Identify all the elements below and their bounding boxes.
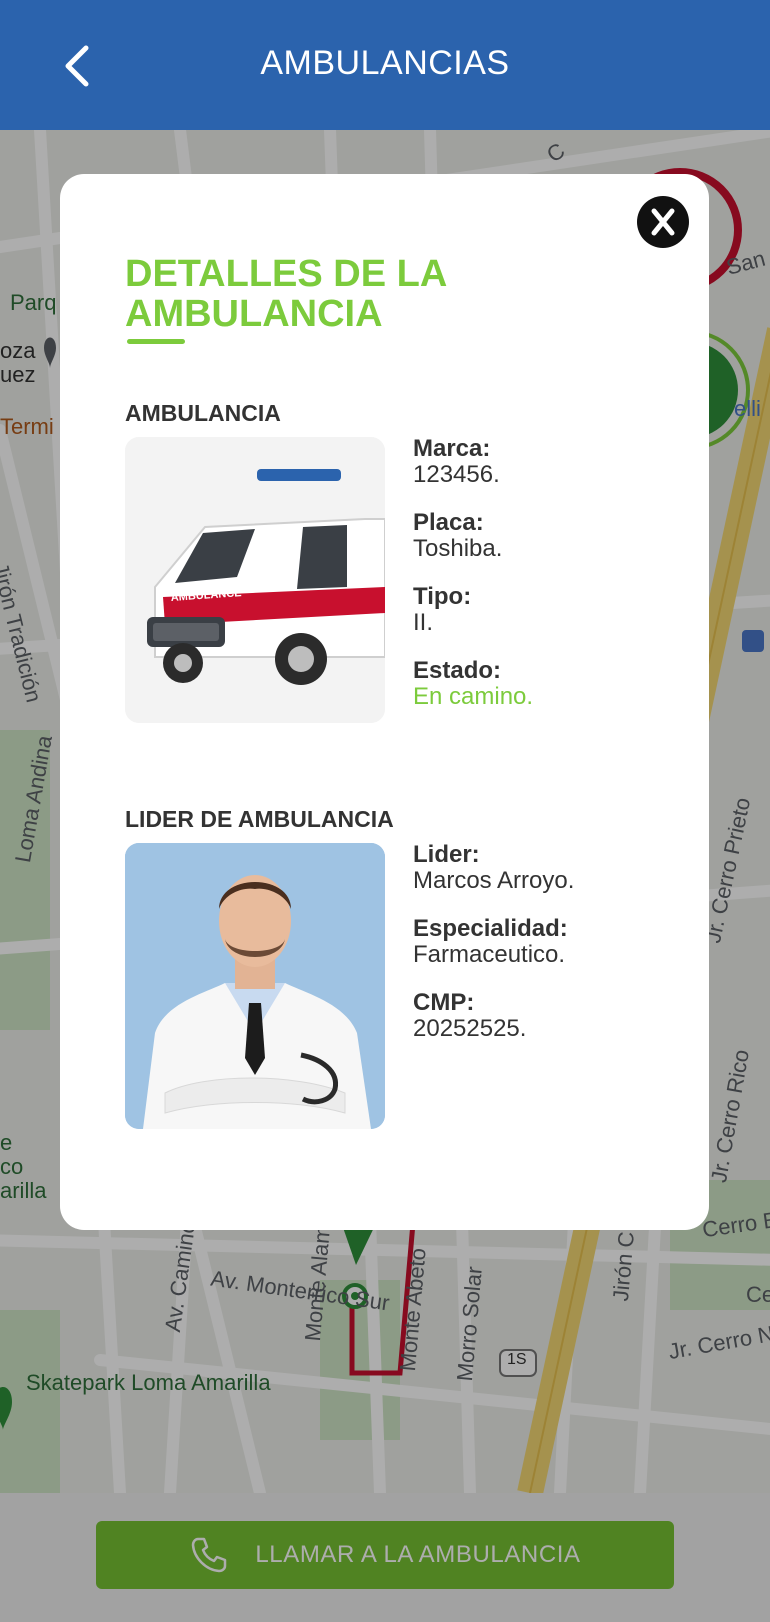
ambulance-field-marca: Marca: 123456. bbox=[413, 436, 693, 488]
page-title: AMBULANCIAS bbox=[260, 44, 510, 82]
field-value: II. bbox=[413, 609, 434, 636]
ambulance-details-modal: DETALLES DE LA AMBULANCIA AMBULANCIA AMB… bbox=[60, 174, 709, 1230]
modal-title: DETALLES DE LA AMBULANCIA bbox=[125, 253, 446, 335]
field-label: CMP: bbox=[413, 989, 475, 1016]
ambulance-section-heading: AMBULANCIA bbox=[125, 400, 281, 426]
field-label: Estado: bbox=[413, 657, 502, 684]
leader-section-heading: LIDER DE AMBULANCIA bbox=[125, 806, 394, 832]
title-underline bbox=[127, 339, 185, 344]
field-label: Especialidad: bbox=[413, 915, 568, 942]
ambulance-field-tipo: Tipo: II. bbox=[413, 584, 693, 636]
field-label: Lider: bbox=[413, 841, 480, 868]
ambulance-field-placa: Placa: Toshiba. bbox=[413, 510, 693, 562]
leader-photo bbox=[125, 843, 385, 1129]
ambulance-image: AMBULANCE bbox=[125, 437, 385, 723]
ambulance-photo: AMBULANCE bbox=[125, 437, 385, 723]
leader-info: Lider: Marcos Arroyo. Especialidad: Farm… bbox=[413, 842, 693, 1064]
field-value: Marcos Arroyo. bbox=[413, 867, 575, 894]
leader-field-cmp: CMP: 20252525. bbox=[413, 990, 693, 1042]
field-value: 20252525. bbox=[413, 1015, 527, 1042]
close-icon bbox=[651, 208, 675, 236]
app-header: AMBULANCIAS bbox=[0, 0, 770, 130]
field-label: Tipo: bbox=[413, 583, 472, 610]
ambulance-field-estado: Estado: En camino. bbox=[413, 658, 693, 710]
doctor-image bbox=[125, 843, 385, 1129]
field-label: Placa: bbox=[413, 509, 484, 536]
ambulance-info: Marca: 123456. Placa: Toshiba. Tipo: II.… bbox=[413, 436, 693, 732]
field-label: Marca: bbox=[413, 435, 491, 462]
field-value: Farmaceutico. bbox=[413, 941, 566, 968]
field-value: 123456. bbox=[413, 461, 500, 488]
leader-field-especialidad: Especialidad: Farmaceutico. bbox=[413, 916, 693, 968]
leader-field-lider: Lider: Marcos Arroyo. bbox=[413, 842, 693, 894]
status-value: En camino. bbox=[413, 683, 534, 710]
close-button[interactable] bbox=[637, 196, 689, 248]
field-value: Toshiba. bbox=[413, 535, 503, 562]
